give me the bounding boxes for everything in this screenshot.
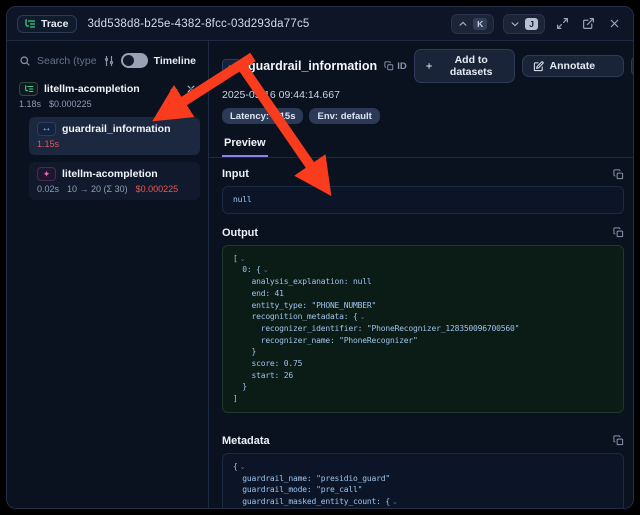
timeline-toggle[interactable] (121, 53, 148, 68)
detail-tabs: Preview (209, 133, 633, 158)
close-icon (608, 17, 621, 30)
trace-tree-sidebar: Timeline litellm-acompletion 1.18s $0.00… (7, 41, 209, 508)
add-to-datasets-button[interactable]: Add to datasets (414, 49, 515, 83)
tree-item-label: guardrail_information (62, 123, 171, 135)
copy-icon (613, 227, 624, 238)
add-to-datasets-label: Add to datasets (439, 54, 504, 78)
copy-icon (613, 435, 624, 446)
copy-id-button[interactable]: ID (384, 61, 407, 72)
annotate-button[interactable]: Annotate (523, 56, 606, 76)
observation-title: guardrail_information (248, 59, 377, 73)
tree-item-guardrail-information[interactable]: guardrail_information 1.15s (29, 117, 200, 155)
input-section: Input null (222, 168, 624, 214)
metadata-section: Metadata { ⌄ guardrail_name: "presidio_g… (222, 435, 624, 508)
sparkle-icon (37, 167, 56, 181)
input-json-viewer: null (222, 186, 624, 214)
search-input[interactable] (37, 55, 97, 67)
tree-item-label: litellm-acompletion (62, 168, 158, 180)
arrow-left-right-icon (222, 59, 241, 73)
toggle-knob (123, 55, 134, 66)
output-section-label: Output (222, 227, 258, 239)
trace-detail-window: Trace 3dd538d8-b25e-4382-8fcc-03d293da77… (6, 6, 634, 509)
input-section-label: Input (222, 168, 249, 180)
copy-input-button[interactable] (613, 169, 624, 180)
trace-badge-label: Trace (41, 18, 68, 30)
trace-id: 3dd538d8-b25e-4382-8fcc-03d293da77c5 (87, 18, 441, 30)
prev-trace-button[interactable]: K (451, 14, 494, 34)
maximize-icon (556, 17, 569, 30)
timeline-label: Timeline (154, 55, 196, 67)
root-trace-metrics: 1.18s $0.000225 (15, 98, 200, 115)
external-link-icon (582, 17, 595, 30)
annotate-split-button: Annotate (522, 55, 624, 77)
metadata-section-label: Metadata (222, 435, 270, 447)
open-external-button[interactable] (580, 15, 597, 32)
comments-button[interactable] (631, 55, 633, 77)
metadata-json-viewer: { ⌄ guardrail_name: "presidio_guard" gua… (222, 453, 624, 508)
list-tree-icon (24, 84, 34, 94)
observation-detail-panel: guardrail_information ID Add to datasets… (209, 41, 633, 508)
shortcut-j-badge: J (525, 18, 538, 30)
tree-item-litellm-acompletion[interactable]: litellm-acompletion 0.02s 10 → 20 (Σ 30)… (29, 162, 200, 200)
close-button[interactable] (606, 15, 623, 32)
cost-value: $0.000225 (136, 184, 179, 194)
topbar-actions: K J (451, 14, 623, 34)
pen-square-icon (533, 61, 544, 72)
expand-all-icon[interactable] (169, 84, 179, 94)
observation-timestamp: 2025-05-16 09:44:14.667 (222, 89, 624, 101)
topbar: Trace 3dd538d8-b25e-4382-8fcc-03d293da77… (7, 7, 633, 41)
tab-preview[interactable]: Preview (222, 135, 268, 157)
arrow-left-right-icon (37, 122, 56, 136)
chevron-down-icon (510, 19, 520, 29)
copy-metadata-button[interactable] (613, 435, 624, 446)
output-section: Output [ ⌄ 0: { ⌄ analysis_explanation: … (222, 227, 624, 413)
copy-output-button[interactable] (613, 227, 624, 238)
next-trace-button[interactable]: J (503, 14, 545, 34)
tree-item-root-trace[interactable]: litellm-acompletion (15, 78, 200, 98)
tree-item-label: litellm-acompletion (44, 83, 163, 95)
collapse-all-icon[interactable] (186, 84, 196, 94)
copy-icon (613, 169, 624, 180)
trace-icon-badge (19, 82, 38, 96)
output-json-viewer: [ ⌄ 0: { ⌄ analysis_explanation: null en… (222, 245, 624, 413)
chevron-up-icon (458, 19, 468, 29)
copy-icon (384, 61, 394, 71)
latency-value: 1.18s (19, 99, 41, 109)
id-label: ID (397, 61, 407, 72)
latency-value: 0.02s (37, 184, 59, 194)
latency-value: 1.15s (37, 139, 59, 149)
cost-value: $0.000225 (49, 99, 92, 109)
shortcut-k-badge: K (473, 18, 487, 30)
annotate-dropdown-button[interactable] (617, 58, 624, 75)
search-icon (19, 55, 31, 67)
env-badge: Env: default (309, 108, 379, 124)
maximize-button[interactable] (554, 15, 571, 32)
list-tree-icon (24, 18, 36, 30)
trace-type-badge: Trace (17, 15, 77, 33)
annotate-label: Annotate (550, 60, 596, 72)
plus-icon (425, 61, 433, 71)
token-usage: 10 → 20 (Σ 30) (67, 184, 128, 194)
sliders-icon[interactable] (103, 55, 115, 67)
latency-badge: Latency: 1.15s (222, 108, 303, 124)
